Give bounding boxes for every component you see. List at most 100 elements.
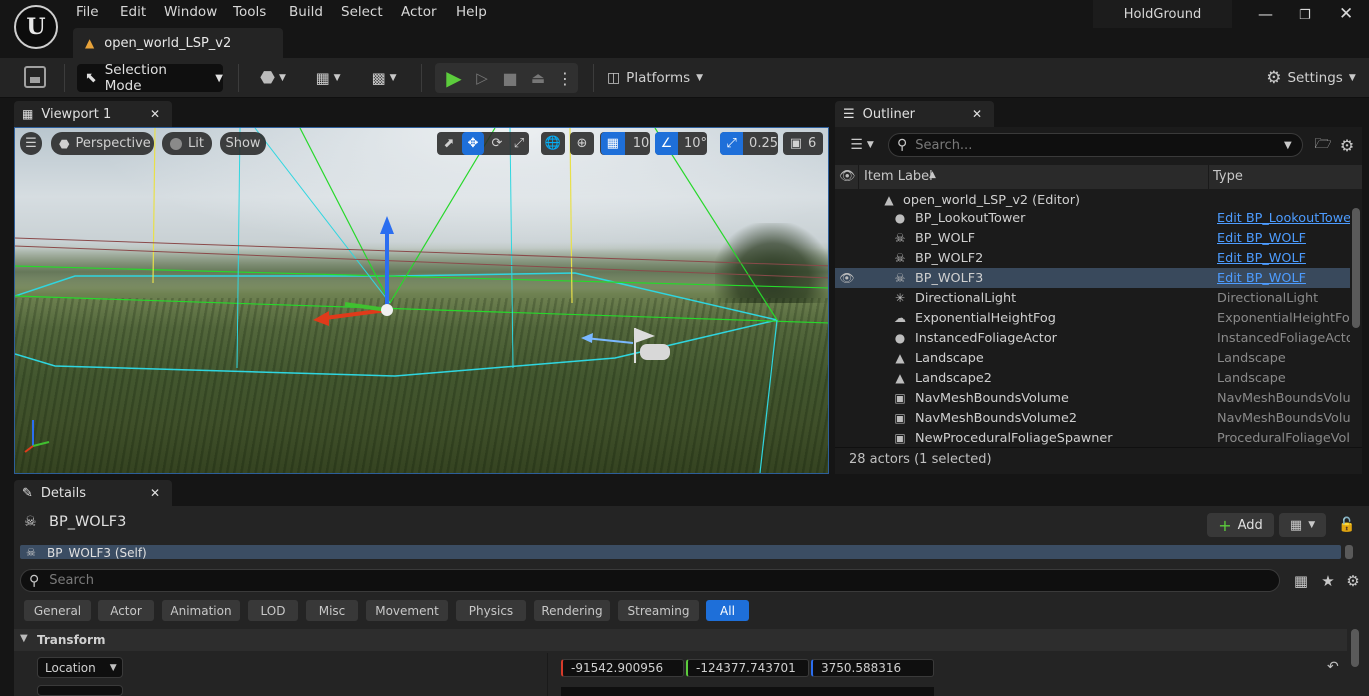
outliner-scrollbar[interactable] xyxy=(1352,208,1360,328)
rotation-snap-control[interactable]: ∠ 10° xyxy=(655,132,707,155)
camera-speed-control[interactable]: ▣ 6 xyxy=(783,132,823,155)
unreal-logo-icon[interactable]: U xyxy=(14,5,58,49)
menu-tools[interactable]: Tools xyxy=(233,4,266,20)
lock-icon[interactable]: 🔓 xyxy=(1338,513,1356,537)
location-x-field[interactable]: -91542.900956 xyxy=(561,659,684,677)
outliner-row[interactable]: 👁 ☠ BP_WOLF3 Edit BP_WOLF xyxy=(835,268,1350,288)
selection-mode-dropdown[interactable]: ⬉ Selection Mode ▼ xyxy=(77,62,223,94)
level-tab[interactable]: ▲ open_world_LSP_v2 xyxy=(73,28,283,58)
location-dropdown[interactable]: Location ▼ xyxy=(37,657,123,678)
outliner-search-input[interactable]: ⚲ Search... ▼ xyxy=(888,133,1303,157)
visibility-column-icon[interactable]: 👁 xyxy=(839,169,856,184)
viewport-options-menu[interactable]: ☰ xyxy=(20,132,42,155)
show-dropdown[interactable]: Show xyxy=(220,132,266,155)
outliner-tab[interactable]: ☰ Outliner ✕ xyxy=(835,101,994,127)
filter-movement[interactable]: Movement xyxy=(366,600,448,621)
details-tab[interactable]: ✎ Details ✕ xyxy=(14,480,172,506)
lit-dropdown[interactable]: Lit xyxy=(162,132,212,155)
translate-tool-icon[interactable]: ✥ xyxy=(462,132,484,155)
maximize-icon[interactable]: ❐ xyxy=(1299,8,1311,23)
outliner-row[interactable]: ☠ BP_WOLF Edit BP_WOLF xyxy=(835,228,1350,248)
filter-all[interactable]: All xyxy=(706,600,749,621)
scale-snap-control[interactable]: ⤢ 0.25 xyxy=(720,132,778,155)
filter-streaming[interactable]: Streaming xyxy=(618,600,699,621)
outliner-row-type[interactable]: Edit BP_WOLF xyxy=(1217,251,1350,266)
filter-animation[interactable]: Animation xyxy=(162,600,240,621)
blueprint-options-button[interactable]: ▦ ▼ xyxy=(1279,513,1326,537)
select-tool-icon[interactable]: ⬈ xyxy=(439,132,459,155)
outliner-row-type[interactable]: Edit BP_LookoutTower xyxy=(1217,211,1350,226)
table-view-icon[interactable]: ▦ xyxy=(1291,570,1311,592)
outliner-row[interactable]: ☠ BP_WOLF2 Edit BP_WOLF xyxy=(835,248,1350,268)
location-y-field[interactable]: -124377.743701 xyxy=(686,659,809,677)
outliner-settings-icon[interactable]: ⚙ xyxy=(1337,135,1357,155)
filter-button[interactable]: ☰ ▼ xyxy=(845,135,879,155)
outliner-row[interactable]: ▣ NavMeshBoundsVolume NavMeshBoundsVolume xyxy=(835,388,1350,408)
filter-lod[interactable]: LOD xyxy=(248,600,298,621)
filter-rendering[interactable]: Rendering xyxy=(534,600,610,621)
menu-build[interactable]: Build xyxy=(289,4,323,20)
outliner-row-type[interactable]: Edit BP_WOLF xyxy=(1217,231,1350,246)
outliner-row[interactable]: ▣ NavMeshBoundsVolume2 NavMeshBoundsVolume xyxy=(835,408,1350,428)
outliner-row[interactable]: ✳ DirectionalLight DirectionalLight xyxy=(835,288,1350,308)
component-self-row[interactable]: ☠ BP_WOLF3 (Self) xyxy=(20,545,1341,559)
transform-section-header[interactable]: ▼ Transform xyxy=(14,629,1347,651)
outliner-row[interactable]: ▲ Landscape Landscape xyxy=(835,348,1350,368)
type-column-header[interactable]: Type xyxy=(1213,169,1243,184)
outliner-row[interactable]: ☁ ExponentialHeightFog ExponentialHeightFo… xyxy=(835,308,1350,328)
outliner-root-row[interactable]: ▲ open_world_LSP_v2 (Editor) xyxy=(835,190,1350,210)
filter-physics[interactable]: Physics xyxy=(456,600,526,621)
outliner-row[interactable]: ▲ Landscape2 Landscape xyxy=(835,368,1350,388)
rotation-dropdown[interactable] xyxy=(37,685,123,696)
menu-edit[interactable]: Edit xyxy=(120,4,146,20)
eject-icon[interactable]: ⏏ xyxy=(527,66,549,90)
step-icon[interactable]: ▷ xyxy=(471,66,493,90)
close-tab-icon[interactable]: ✕ xyxy=(972,107,982,121)
outliner-row-type[interactable]: Edit BP_WOLF xyxy=(1217,271,1350,286)
menu-select[interactable]: Select xyxy=(341,4,383,20)
add-component-button[interactable]: + Add xyxy=(1207,513,1274,537)
perspective-dropdown[interactable]: ⬣ Perspective xyxy=(51,132,154,155)
details-search-input[interactable]: ⚲ Search xyxy=(20,569,1280,592)
add-actor-button[interactable]: ⬣ ▼ xyxy=(253,66,293,90)
stop-icon[interactable]: ■ xyxy=(499,66,521,90)
close-window-icon[interactable]: ✕ xyxy=(1339,4,1353,24)
details-scrollbar[interactable] xyxy=(1351,629,1359,667)
star-icon[interactable]: ★ xyxy=(1318,570,1338,592)
close-tab-icon[interactable]: ✕ xyxy=(150,107,160,121)
surface-snap-icon[interactable]: ⊕ xyxy=(570,132,594,155)
grid-snap-control[interactable]: ▦ 10 xyxy=(600,132,650,155)
menu-help[interactable]: Help xyxy=(456,4,487,20)
item-label-column-header[interactable]: Item Label xyxy=(864,169,933,184)
play-icon[interactable]: ▶ xyxy=(443,66,465,90)
filter-general[interactable]: General xyxy=(24,600,91,621)
menu-actor[interactable]: Actor xyxy=(401,4,437,20)
world-local-icon[interactable]: 🌐 xyxy=(541,132,565,155)
reset-icon[interactable]: ↶ xyxy=(1327,659,1339,675)
new-folder-icon[interactable]: 🗁 xyxy=(1313,135,1333,155)
menu-file[interactable]: File xyxy=(76,4,99,20)
level-viewport[interactable]: ☰ ⬣ Perspective Lit Show ⬈ ✥ ⟳ ⤢ 🌐 ⊕ ▦ 1… xyxy=(14,127,829,474)
settings-button[interactable]: ⚙ Settings ▼ xyxy=(1262,66,1360,90)
save-icon[interactable] xyxy=(24,66,46,88)
details-settings-icon[interactable]: ⚙ xyxy=(1343,570,1363,592)
platforms-button[interactable]: ◫ Platforms ▼ xyxy=(607,66,703,90)
component-scrollbar[interactable] xyxy=(1345,545,1353,559)
menu-window[interactable]: Window xyxy=(164,4,217,20)
blueprints-button[interactable]: ▦ ▼ xyxy=(308,66,348,90)
filter-misc[interactable]: Misc xyxy=(306,600,358,621)
rotate-tool-icon[interactable]: ⟳ xyxy=(487,132,507,155)
visibility-eye-icon[interactable]: 👁 xyxy=(839,270,855,286)
cinematics-button[interactable]: ▩ ▼ xyxy=(364,66,404,90)
scale-tool-icon[interactable]: ⤢ xyxy=(509,132,529,155)
outliner-row[interactable]: ● InstancedFoliageActor InstancedFoliageAc… xyxy=(835,328,1350,348)
filter-actor[interactable]: Actor xyxy=(98,600,154,621)
rotation-fields[interactable] xyxy=(561,687,934,696)
outliner-row[interactable]: ▣ NewProceduralFoliageSpawner ProceduralFo… xyxy=(835,428,1350,448)
close-tab-icon[interactable]: ✕ xyxy=(150,486,160,500)
location-z-field[interactable]: 3750.588316 xyxy=(811,659,934,677)
more-options-icon[interactable]: ⋮ xyxy=(556,66,574,90)
minimize-icon[interactable]: — xyxy=(1258,5,1273,23)
viewport-tab[interactable]: ▦ Viewport 1 ✕ xyxy=(14,101,172,127)
outliner-row[interactable]: ● BP_LookoutTower Edit BP_LookoutTower xyxy=(835,208,1350,228)
